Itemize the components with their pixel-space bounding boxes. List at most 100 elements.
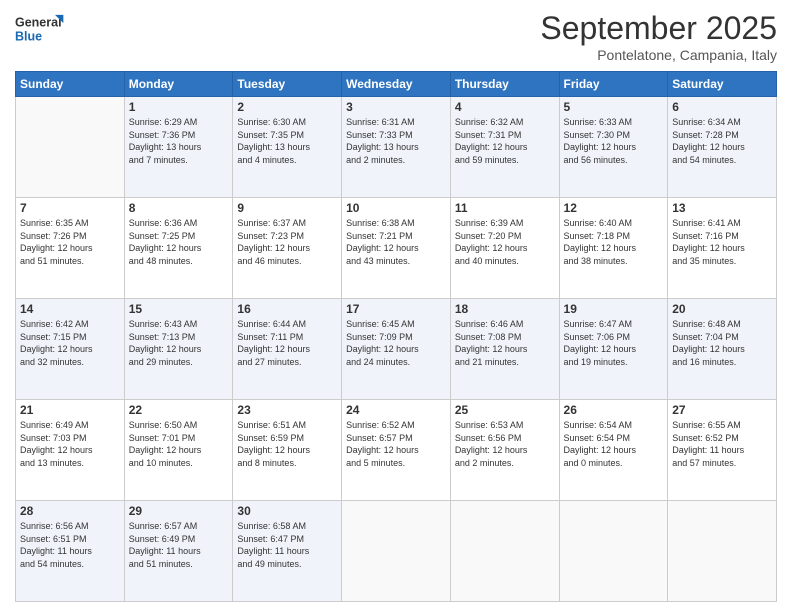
svg-text:Blue: Blue xyxy=(15,30,42,44)
calendar-week-row: 28 Sunrise: 6:56 AM Sunset: 6:51 PM Dayli… xyxy=(16,501,777,602)
day-info: Sunrise: 6:36 AM Sunset: 7:25 PM Dayligh… xyxy=(129,217,229,267)
calendar-cell: 30Sunrise: 6:58 AM Sunset: 6:47 PM Dayli… xyxy=(233,501,342,602)
day-number: 22 xyxy=(129,403,229,417)
day-info: Sunrise: 6:46 AM Sunset: 7:08 PM Dayligh… xyxy=(455,318,555,368)
day-info: Sunrise: 6:43 AM Sunset: 7:13 PM Dayligh… xyxy=(129,318,229,368)
calendar-cell: 25 Sunrise: 6:53 AM Sunset: 6:56 PM Dayli… xyxy=(450,400,559,501)
day-info: Sunrise: 6:30 AM Sunset: 7:35 PM Dayligh… xyxy=(237,116,337,166)
day-number: 28 xyxy=(20,504,120,518)
day-info: Sunrise: 6:56 AM Sunset: 6:51 PM Dayligh… xyxy=(20,520,120,570)
calendar-cell xyxy=(559,501,668,602)
calendar-cell: 15 Sunrise: 6:43 AM Sunset: 7:13 PM Dayli… xyxy=(124,299,233,400)
calendar-cell: 1Sunrise: 6:29 AM Sunset: 7:36 PM Daylig… xyxy=(124,97,233,198)
col-header-tuesday: Tuesday xyxy=(233,72,342,97)
day-info: Sunrise: 6:57 AM Sunset: 6:49 PM Dayligh… xyxy=(129,520,229,570)
calendar-week-row: 14Sunrise: 6:42 AM Sunset: 7:15 PM Dayli… xyxy=(16,299,777,400)
day-number: 20 xyxy=(672,302,772,316)
calendar-cell: 27 Sunrise: 6:55 AM Sunset: 6:52 PM Dayli… xyxy=(668,400,777,501)
day-number: 29 xyxy=(129,504,229,518)
calendar-week-row: 21Sunrise: 6:49 AM Sunset: 7:03 PM Dayli… xyxy=(16,400,777,501)
day-info: Sunrise: 6:58 AM Sunset: 6:47 PM Dayligh… xyxy=(237,520,337,570)
day-number: 6 xyxy=(672,100,772,114)
calendar-cell: 13Sunrise: 6:41 AM Sunset: 7:16 PM Dayli… xyxy=(668,198,777,299)
calendar-cell xyxy=(450,501,559,602)
calendar-cell: 22 Sunrise: 6:50 AM Sunset: 7:01 PM Dayli… xyxy=(124,400,233,501)
day-info: Sunrise: 6:49 AM Sunset: 7:03 PM Dayligh… xyxy=(20,419,120,469)
col-header-sunday: Sunday xyxy=(16,72,125,97)
day-info: Sunrise: 6:39 AM Sunset: 7:20 PM Dayligh… xyxy=(455,217,555,267)
day-info: Sunrise: 6:55 AM Sunset: 6:52 PM Dayligh… xyxy=(672,419,772,469)
logo: General Blue xyxy=(15,10,65,48)
calendar-cell: 5 Sunrise: 6:33 AM Sunset: 7:30 PM Daylig… xyxy=(559,97,668,198)
day-info: Sunrise: 6:31 AM Sunset: 7:33 PM Dayligh… xyxy=(346,116,446,166)
calendar-week-row: 7 Sunrise: 6:35 AM Sunset: 7:26 PM Daylig… xyxy=(16,198,777,299)
day-number: 4 xyxy=(455,100,555,114)
day-info: Sunrise: 6:51 AM Sunset: 6:59 PM Dayligh… xyxy=(237,419,337,469)
calendar-cell xyxy=(16,97,125,198)
calendar-cell: 4 Sunrise: 6:32 AM Sunset: 7:31 PM Daylig… xyxy=(450,97,559,198)
day-info: Sunrise: 6:45 AM Sunset: 7:09 PM Dayligh… xyxy=(346,318,446,368)
day-info: Sunrise: 6:35 AM Sunset: 7:26 PM Dayligh… xyxy=(20,217,120,267)
calendar-cell: 20 Sunrise: 6:48 AM Sunset: 7:04 PM Dayli… xyxy=(668,299,777,400)
col-header-wednesday: Wednesday xyxy=(342,72,451,97)
title-block: September 2025 Pontelatone, Campania, It… xyxy=(540,10,777,63)
day-number: 27 xyxy=(672,403,772,417)
calendar-cell: 14Sunrise: 6:42 AM Sunset: 7:15 PM Dayli… xyxy=(16,299,125,400)
calendar-cell: 10Sunrise: 6:38 AM Sunset: 7:21 PM Dayli… xyxy=(342,198,451,299)
day-info: Sunrise: 6:47 AM Sunset: 7:06 PM Dayligh… xyxy=(564,318,664,368)
calendar-cell: 18Sunrise: 6:46 AM Sunset: 7:08 PM Dayli… xyxy=(450,299,559,400)
calendar-cell: 2 Sunrise: 6:30 AM Sunset: 7:35 PM Daylig… xyxy=(233,97,342,198)
svg-text:General: General xyxy=(15,16,62,30)
day-info: Sunrise: 6:54 AM Sunset: 6:54 PM Dayligh… xyxy=(564,419,664,469)
calendar-cell: 16 Sunrise: 6:44 AM Sunset: 7:11 PM Dayli… xyxy=(233,299,342,400)
day-number: 3 xyxy=(346,100,446,114)
day-info: Sunrise: 6:50 AM Sunset: 7:01 PM Dayligh… xyxy=(129,419,229,469)
header: General Blue September 2025 Pontelatone,… xyxy=(15,10,777,63)
calendar-cell: 23 Sunrise: 6:51 AM Sunset: 6:59 PM Dayli… xyxy=(233,400,342,501)
calendar-cell: 29 Sunrise: 6:57 AM Sunset: 6:49 PM Dayli… xyxy=(124,501,233,602)
day-info: Sunrise: 6:44 AM Sunset: 7:11 PM Dayligh… xyxy=(237,318,337,368)
day-number: 9 xyxy=(237,201,337,215)
day-number: 13 xyxy=(672,201,772,215)
day-info: Sunrise: 6:53 AM Sunset: 6:56 PM Dayligh… xyxy=(455,419,555,469)
day-number: 12 xyxy=(564,201,664,215)
day-number: 11 xyxy=(455,201,555,215)
calendar-cell: 17 Sunrise: 6:45 AM Sunset: 7:09 PM Dayli… xyxy=(342,299,451,400)
day-number: 17 xyxy=(346,302,446,316)
day-info: Sunrise: 6:37 AM Sunset: 7:23 PM Dayligh… xyxy=(237,217,337,267)
calendar-cell: 9 Sunrise: 6:37 AM Sunset: 7:23 PM Daylig… xyxy=(233,198,342,299)
day-info: Sunrise: 6:34 AM Sunset: 7:28 PM Dayligh… xyxy=(672,116,772,166)
day-info: Sunrise: 6:33 AM Sunset: 7:30 PM Dayligh… xyxy=(564,116,664,166)
day-number: 25 xyxy=(455,403,555,417)
day-info: Sunrise: 6:52 AM Sunset: 6:57 PM Dayligh… xyxy=(346,419,446,469)
calendar-cell: 26Sunrise: 6:54 AM Sunset: 6:54 PM Dayli… xyxy=(559,400,668,501)
day-info: Sunrise: 6:32 AM Sunset: 7:31 PM Dayligh… xyxy=(455,116,555,166)
day-number: 2 xyxy=(237,100,337,114)
page: General Blue September 2025 Pontelatone,… xyxy=(0,0,792,612)
calendar-cell xyxy=(668,501,777,602)
day-info: Sunrise: 6:48 AM Sunset: 7:04 PM Dayligh… xyxy=(672,318,772,368)
calendar-table: SundayMondayTuesdayWednesdayThursdayFrid… xyxy=(15,71,777,602)
calendar-cell: 3 Sunrise: 6:31 AM Sunset: 7:33 PM Daylig… xyxy=(342,97,451,198)
calendar-cell: 8 Sunrise: 6:36 AM Sunset: 7:25 PM Daylig… xyxy=(124,198,233,299)
day-number: 7 xyxy=(20,201,120,215)
day-number: 16 xyxy=(237,302,337,316)
calendar-cell: 12 Sunrise: 6:40 AM Sunset: 7:18 PM Dayli… xyxy=(559,198,668,299)
day-number: 10 xyxy=(346,201,446,215)
calendar-cell xyxy=(342,501,451,602)
day-number: 14 xyxy=(20,302,120,316)
day-info: Sunrise: 6:40 AM Sunset: 7:18 PM Dayligh… xyxy=(564,217,664,267)
calendar-cell: 7 Sunrise: 6:35 AM Sunset: 7:26 PM Daylig… xyxy=(16,198,125,299)
month-title: September 2025 xyxy=(540,10,777,47)
day-number: 24 xyxy=(346,403,446,417)
day-number: 19 xyxy=(564,302,664,316)
day-number: 8 xyxy=(129,201,229,215)
calendar-cell: 28 Sunrise: 6:56 AM Sunset: 6:51 PM Dayli… xyxy=(16,501,125,602)
calendar-cell: 6 Sunrise: 6:34 AM Sunset: 7:28 PM Daylig… xyxy=(668,97,777,198)
day-number: 23 xyxy=(237,403,337,417)
col-header-thursday: Thursday xyxy=(450,72,559,97)
calendar-cell: 24 Sunrise: 6:52 AM Sunset: 6:57 PM Dayli… xyxy=(342,400,451,501)
day-number: 15 xyxy=(129,302,229,316)
day-number: 5 xyxy=(564,100,664,114)
calendar-header-row: SundayMondayTuesdayWednesdayThursdayFrid… xyxy=(16,72,777,97)
